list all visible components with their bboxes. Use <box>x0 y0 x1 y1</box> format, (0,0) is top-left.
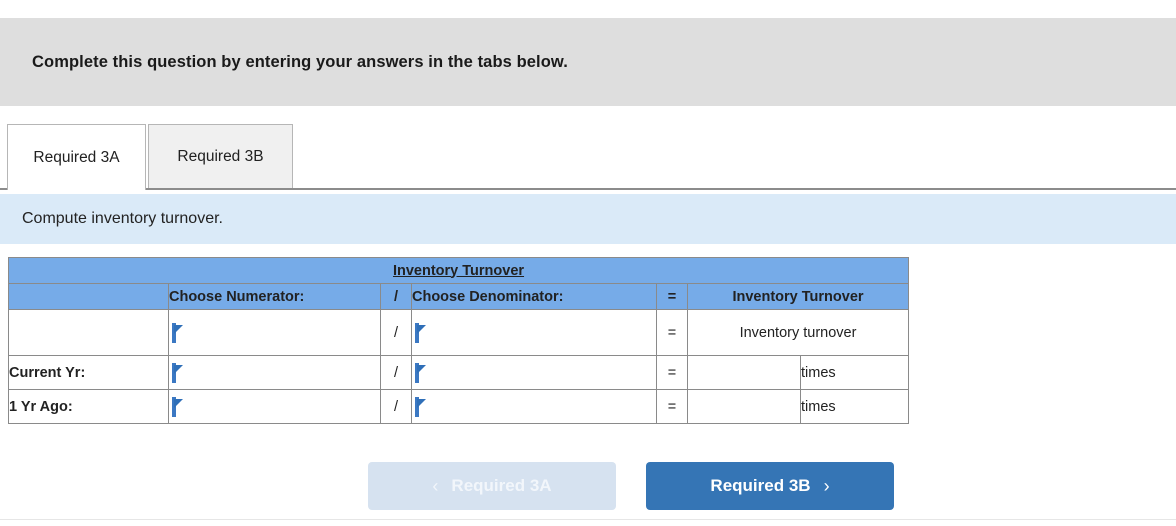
row-0-denominator-wrap <box>415 322 653 343</box>
row-2-result-input[interactable] <box>687 389 801 424</box>
header-divide-operator: / <box>380 283 412 310</box>
question-prompt-text: Compute inventory turnover. <box>22 210 223 227</box>
row-2-label: 1 Yr Ago: <box>8 389 169 424</box>
header-row-label-cell <box>8 283 169 310</box>
row-1-numerator-cell <box>168 355 381 390</box>
tab-required-3b-label: Required 3B <box>177 147 264 165</box>
table-row: Current Yr: / = times <box>8 355 910 390</box>
next-button-label: Required 3B <box>710 476 811 495</box>
table-row: 1 Yr Ago: / = times <box>8 389 910 424</box>
header-denominator: Choose Denominator: <box>411 283 657 310</box>
prev-required-3a-button[interactable]: ‹ Required 3A <box>368 462 616 510</box>
tab-required-3a[interactable]: Required 3A <box>7 124 146 190</box>
dropdown-marker-icon <box>174 324 183 334</box>
row-0-numerator-cell <box>168 309 381 356</box>
table-title-text: Inventory Turnover <box>392 262 525 279</box>
row-2-denominator-dropdown[interactable] <box>415 396 426 417</box>
chevron-right-icon: › <box>823 476 830 496</box>
tab-underline-divider <box>0 188 1176 190</box>
row-0-denominator-dropdown[interactable] <box>415 322 426 343</box>
header-equals-operator: = <box>656 283 688 310</box>
chevron-left-icon: ‹ <box>432 476 439 496</box>
instruction-banner: Complete this question by entering your … <box>0 18 1176 106</box>
row-0-denominator-cell <box>411 309 657 356</box>
row-2-numerator-wrap <box>172 396 377 417</box>
dropdown-marker-icon <box>174 364 183 374</box>
tab-required-3b[interactable]: Required 3B <box>148 124 293 188</box>
table-row: / = Inventory turnover <box>8 309 910 356</box>
row-1-operator: / <box>380 355 412 390</box>
row-0-numerator-wrap <box>172 322 377 343</box>
row-1-unit: times <box>799 355 910 390</box>
table-title-row: Inventory Turnover <box>7 257 910 284</box>
row-1-result-input[interactable] <box>687 355 801 390</box>
dropdown-marker-icon <box>174 398 183 408</box>
row-1-denominator-wrap <box>415 362 653 383</box>
next-required-3b-button[interactable]: Required 3B › <box>646 462 894 510</box>
row-1-denominator-dropdown[interactable] <box>415 362 426 383</box>
bottom-divider <box>0 519 1176 520</box>
row-2-equals: = <box>656 389 688 424</box>
table-title-cell: Inventory Turnover <box>7 257 910 284</box>
instruction-text: Complete this question by entering your … <box>32 52 568 71</box>
row-0-equals: = <box>656 309 688 356</box>
row-0-result: Inventory turnover <box>686 309 910 356</box>
dropdown-marker-icon <box>417 398 426 408</box>
tab-strip: Required 3A Required 3B <box>0 124 1176 190</box>
header-numerator: Choose Numerator: <box>168 283 381 310</box>
row-2-operator: / <box>380 389 412 424</box>
tab-required-3a-label: Required 3A <box>33 148 120 166</box>
inventory-turnover-table: Inventory Turnover Choose Numerator: / C… <box>7 257 910 424</box>
row-1-numerator-dropdown[interactable] <box>172 362 183 383</box>
question-prompt-bar: Compute inventory turnover. <box>0 194 1176 244</box>
row-0-numerator-dropdown[interactable] <box>172 322 183 343</box>
row-2-numerator-dropdown[interactable] <box>172 396 183 417</box>
row-2-unit: times <box>799 389 910 424</box>
row-2-denominator-wrap <box>415 396 653 417</box>
row-2-denominator-cell <box>411 389 657 424</box>
row-1-equals: = <box>656 355 688 390</box>
prev-button-label: Required 3A <box>451 476 552 495</box>
row-2-numerator-cell <box>168 389 381 424</box>
dropdown-marker-icon <box>417 364 426 374</box>
row-0-operator: / <box>380 309 412 356</box>
row-1-numerator-wrap <box>172 362 377 383</box>
header-result: Inventory Turnover <box>686 283 910 310</box>
row-0-label <box>8 309 169 356</box>
dropdown-marker-icon <box>417 324 426 334</box>
table-header-row: Choose Numerator: / Choose Denominator: … <box>8 283 910 310</box>
row-1-denominator-cell <box>411 355 657 390</box>
row-1-label: Current Yr: <box>8 355 169 390</box>
navigation-buttons: ‹ Required 3A Required 3B › <box>0 462 1176 512</box>
